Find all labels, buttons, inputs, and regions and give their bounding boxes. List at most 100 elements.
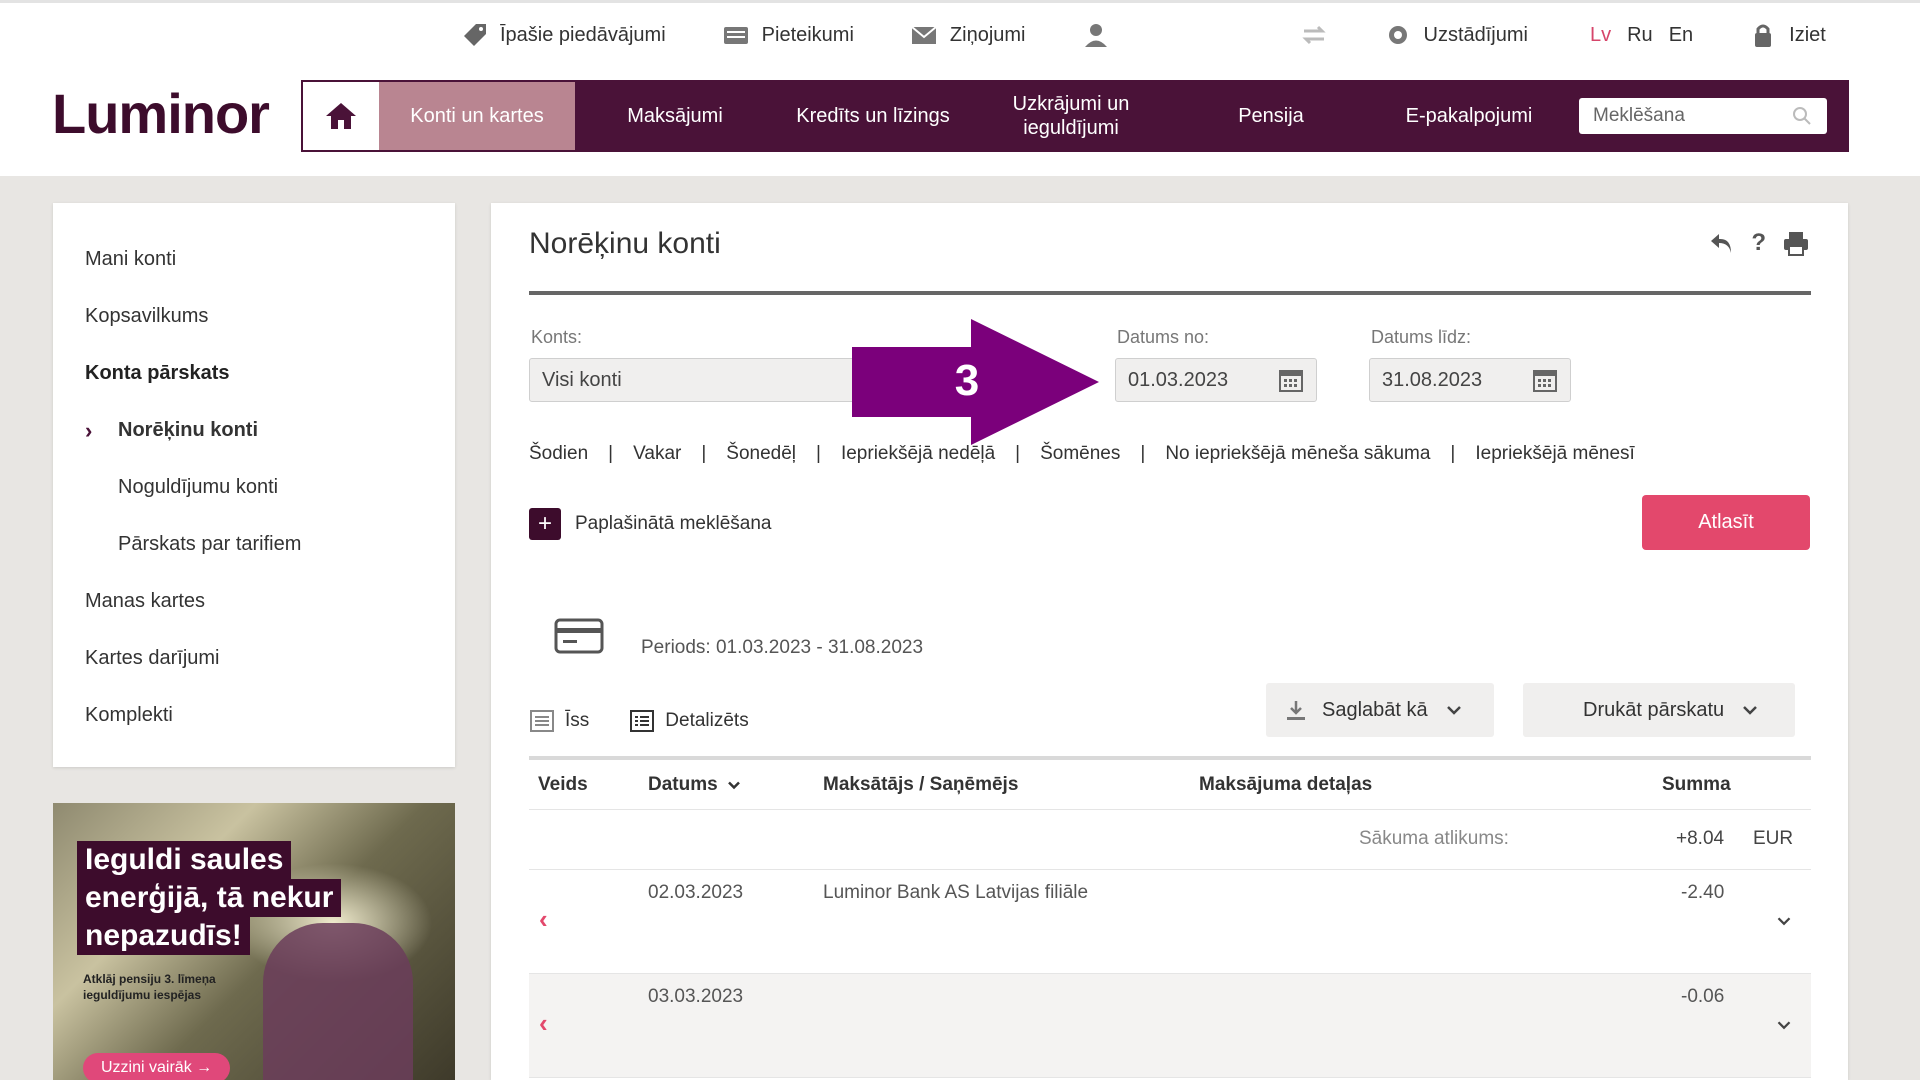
- expand-row-button[interactable]: [1773, 910, 1795, 938]
- search-input[interactable]: Meklēšana: [1579, 98, 1827, 134]
- view-short-label: Īss: [565, 710, 590, 731]
- banner-cta-button[interactable]: Uzzini vairāk →: [83, 1053, 231, 1080]
- sidebar-item-my-accounts[interactable]: Mani konti: [53, 231, 455, 288]
- row-amount: -2.40: [1681, 882, 1725, 903]
- period-text: Periods: 01.03.2023 - 31.08.2023: [641, 637, 924, 658]
- annotation-step-number: 3: [955, 356, 979, 405]
- col-date-sort[interactable]: Datums: [648, 774, 744, 796]
- lock-icon: [1755, 24, 1772, 47]
- sidebar-item-summary[interactable]: Kopsavilkums: [53, 288, 455, 345]
- select-button[interactable]: Atlasīt: [1642, 495, 1810, 550]
- luminor-logo[interactable]: Luminor: [52, 81, 270, 146]
- quick-today[interactable]: Šodien: [529, 443, 588, 465]
- sidebar: Mani konti Kopsavilkums Konta pārskats ›…: [53, 203, 455, 767]
- advanced-search-label: Paplašinātā meklēšana: [575, 513, 772, 534]
- quick-last-month[interactable]: Iepriekšējā mēnesī: [1475, 443, 1634, 465]
- promo-banner[interactable]: Ieguldi saules enerģijā, tā nekur nepazu…: [53, 803, 455, 1080]
- table-row[interactable]: ‹ 02.03.2023 Luminor Bank AS Latvijas fi…: [529, 870, 1811, 974]
- sidebar-item-my-cards[interactable]: Manas kartes: [53, 573, 455, 630]
- home-icon: [326, 103, 356, 129]
- lang-ru[interactable]: Ru: [1627, 24, 1653, 47]
- offers-link[interactable]: Īpašie piedāvājumi: [460, 22, 666, 48]
- plus-icon: +: [529, 508, 561, 540]
- table-row[interactable]: ‹ 03.03.2023 -0.06: [529, 974, 1811, 1078]
- table-header: Veids Datums Maksātājs / Saņēmējs Maksāj…: [529, 756, 1811, 810]
- transfer-arrows-icon: [1301, 25, 1326, 45]
- gear-icon: [1388, 26, 1407, 44]
- col-payment-details: Maksājuma detaļas: [1199, 774, 1373, 795]
- separator: |: [816, 443, 821, 464]
- calendar-icon[interactable]: [1278, 367, 1304, 393]
- language-switcher: Lv Ru En: [1590, 24, 1693, 47]
- nav-payments[interactable]: Maksājumi: [575, 82, 775, 150]
- quick-yesterday[interactable]: Vakar: [633, 443, 681, 465]
- quick-this-month[interactable]: Šomēnes: [1040, 443, 1120, 465]
- calendar-icon[interactable]: [1532, 367, 1558, 393]
- row-amount: -0.06: [1681, 986, 1725, 1007]
- applications-label: Pieteikumi: [761, 23, 854, 46]
- save-as-dropdown[interactable]: Saglabāt kā: [1266, 683, 1494, 737]
- sidebar-item-bundles[interactable]: Komplekti: [53, 687, 455, 744]
- lang-en[interactable]: En: [1669, 24, 1693, 47]
- row-party: Luminor Bank AS Latvijas filiāle: [823, 882, 1089, 903]
- nav-accounts-cards[interactable]: Konti un kartes: [379, 82, 575, 150]
- sidebar-item-tariffs[interactable]: Pārskats par tarifiem: [53, 516, 455, 573]
- opening-balance-label: Sākuma atlikums:: [1359, 828, 1509, 849]
- quick-last-week[interactable]: Iepriekšējā nedēļā: [841, 443, 995, 465]
- help-icon[interactable]: ?: [1751, 229, 1766, 257]
- print-icon[interactable]: [1782, 229, 1810, 257]
- envelope-icon: [911, 26, 937, 44]
- sidebar-item-card-transactions[interactable]: Kartes darījumi: [53, 630, 455, 687]
- logout-label: Iziet: [1789, 23, 1826, 46]
- banner-person-image: [263, 923, 413, 1080]
- expand-row-button[interactable]: [1773, 1014, 1795, 1042]
- col-date: Datums: [648, 774, 718, 795]
- lang-lv[interactable]: Lv: [1590, 24, 1611, 47]
- title-divider: [529, 291, 1811, 295]
- banner-subtext: Atklāj pensiju 3. līmeņa ieguldījumu ies…: [83, 972, 216, 1002]
- advanced-search-toggle[interactable]: + Paplašinātā meklēšana: [529, 508, 771, 540]
- chevron-right-icon: ›: [85, 417, 93, 443]
- separator: |: [608, 443, 614, 464]
- sidebar-item-account-statement[interactable]: Konta pārskats: [53, 345, 455, 402]
- logout-link[interactable]: Iziet: [1749, 22, 1826, 48]
- print-report-dropdown[interactable]: Drukāt pārskatu: [1523, 683, 1795, 737]
- col-payer-payee: Maksātājs / Saņēmējs: [823, 774, 1019, 795]
- chevron-down-icon: [1446, 706, 1461, 715]
- view-short[interactable]: Īss: [529, 708, 589, 734]
- nav-credit-leasing[interactable]: Kredīts un līzings: [775, 82, 971, 150]
- main-panel: Norēķinu konti ? Konts: Visi konti 3 Dat…: [491, 203, 1848, 1080]
- row-date: 03.03.2023: [648, 986, 744, 1007]
- date-to-input[interactable]: 31.08.2023: [1369, 358, 1571, 402]
- settings-label: Uzstādījumi: [1423, 23, 1528, 46]
- account-select[interactable]: Visi konti: [529, 358, 869, 402]
- nav-savings-investments[interactable]: Uzkrājumi un ieguldījumi: [971, 82, 1171, 150]
- sidebar-item-deposit-accounts[interactable]: Noguldījumu konti: [53, 459, 455, 516]
- opening-balance-currency: EUR: [1753, 828, 1794, 849]
- quick-this-week[interactable]: Šonedēļ: [726, 443, 796, 465]
- nav-e-services[interactable]: E-pakalpojumi: [1371, 82, 1567, 150]
- separator: |: [1450, 443, 1456, 464]
- outgoing-arrow-icon: ‹: [539, 904, 548, 934]
- account-value: Visi konti: [542, 368, 622, 391]
- back-icon[interactable]: [1707, 229, 1735, 257]
- nav-pension[interactable]: Pensija: [1171, 82, 1371, 150]
- view-detailed[interactable]: Detalizēts: [629, 708, 749, 734]
- short-list-icon: [530, 710, 554, 732]
- detailed-list-icon: [630, 710, 655, 732]
- applications-link[interactable]: Pieteikumi: [722, 22, 854, 48]
- banner-line-1: Ieguldi saules: [77, 841, 292, 879]
- profile-link[interactable]: [1082, 22, 1110, 48]
- tag-icon: [464, 24, 486, 46]
- date-from-input[interactable]: 01.03.2023: [1115, 358, 1317, 402]
- home-button[interactable]: [303, 82, 379, 150]
- switch-link[interactable]: [1300, 22, 1328, 48]
- settings-link[interactable]: Uzstādījumi: [1384, 22, 1528, 48]
- messages-link[interactable]: Ziņojumi: [910, 22, 1026, 48]
- banner-line-3: nepazudīs!: [77, 917, 250, 955]
- transactions-table: Veids Datums Maksātājs / Saņēmējs Maksāj…: [529, 756, 1811, 1078]
- sidebar-item-current-accounts[interactable]: › Norēķinu konti: [53, 402, 455, 459]
- quick-since-last-month[interactable]: No iepriekšējā mēneša sākuma: [1165, 443, 1430, 465]
- main-navigation: Konti un kartes Maksājumi Kredīts un līz…: [301, 80, 1849, 152]
- messages-label: Ziņojumi: [949, 23, 1026, 46]
